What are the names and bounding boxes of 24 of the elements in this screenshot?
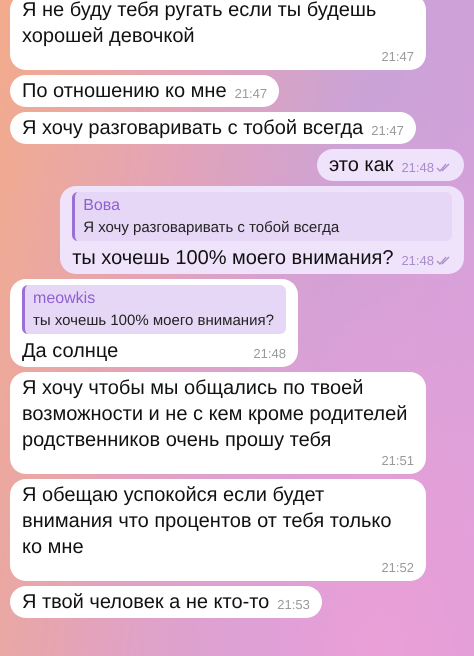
message-time: 21:47	[381, 49, 414, 65]
message-text: Я хочу чтобы мы общались по твоей возможности и не с кем кроме родителей родственников очень прошу тебя	[22, 376, 408, 453]
message-text: По отношению ко мне	[22, 79, 227, 104]
message-text: Я не буду тебя ругать если ты будешь хорошей девочкой	[22, 0, 378, 49]
message-time: 21:47	[371, 123, 404, 139]
message-text: это как	[329, 153, 394, 178]
reply-text: Я хочу разговаривать с тобой всегда	[83, 218, 340, 238]
reply-author: Вова	[83, 196, 121, 216]
message-time: 21:48	[253, 346, 286, 362]
message-text: Да солнце	[22, 339, 118, 364]
message-text: ты хочешь 100% моего внимания?	[72, 246, 394, 271]
message-time: 21:51	[381, 453, 414, 469]
message-text: Я обещаю успокойся если будет внимания что процентов от тебя только ко мне	[22, 483, 393, 560]
reply-text: ты хочешь 100% моего внимания?	[33, 311, 274, 331]
message-time: 21:47	[234, 86, 268, 102]
message-time: 21:52	[381, 560, 414, 576]
message-time: 21:48	[401, 160, 434, 176]
reply-quote[interactable]: Вова Я хочу разговаривать с тобой всегда	[72, 192, 452, 241]
reply-quote[interactable]: meowkis ты хочешь 100% моего внимания?	[22, 285, 286, 334]
message-text: Я хочу разговаривать с тобой всегда	[22, 116, 364, 141]
message-text: Я твой человек а не кто-то	[22, 590, 270, 615]
reply-author: meowkis	[33, 289, 96, 309]
message-time: 21:53	[277, 597, 310, 613]
message-time: 21:48	[401, 253, 434, 269]
